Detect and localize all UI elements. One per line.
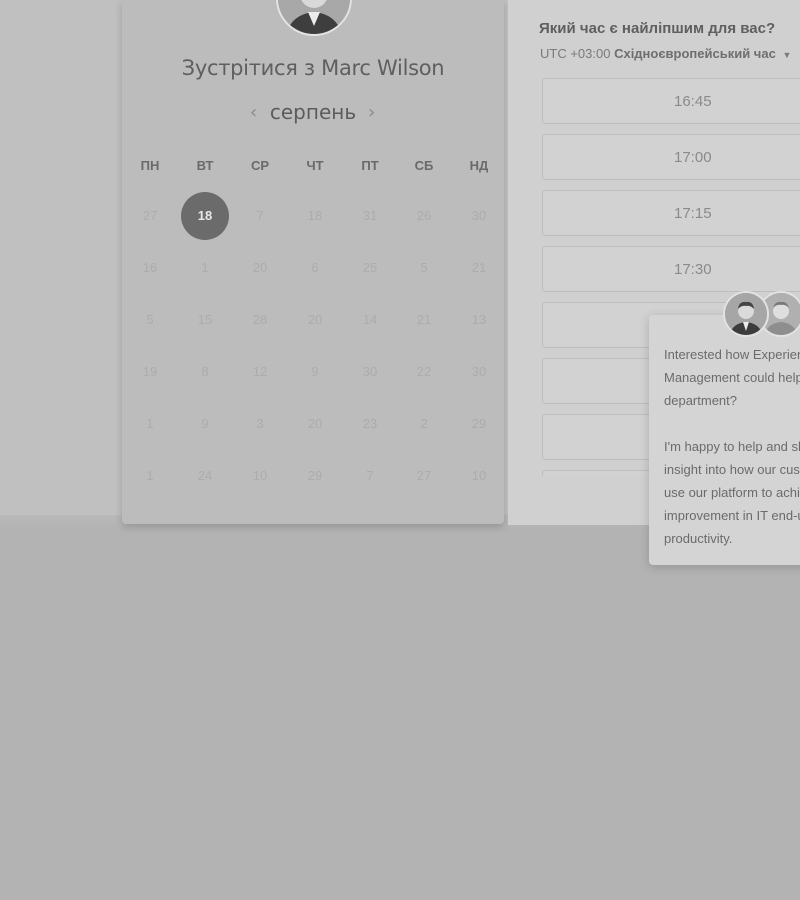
- calendar-day-selected[interactable]: 18: [181, 192, 229, 240]
- calendar-day[interactable]: 1: [126, 452, 174, 500]
- month-navigation: серпень ‹ ›: [122, 100, 504, 128]
- weekday-label: НД: [469, 158, 489, 173]
- calendar-day[interactable]: 9: [291, 348, 339, 396]
- calendar-day[interactable]: 21: [455, 244, 503, 292]
- calendar-day[interactable]: 29: [291, 452, 339, 500]
- calendar-day[interactable]: 1: [181, 244, 229, 292]
- weekday-label: ПТ: [361, 158, 379, 173]
- calendar-day[interactable]: 19: [126, 348, 174, 396]
- chat-line: I'm happy to help and share: [664, 439, 800, 454]
- calendar-day[interactable]: 5: [126, 296, 174, 344]
- calendar-day[interactable]: 20: [291, 400, 339, 448]
- chat-message: Interested how Experience Management cou…: [664, 343, 800, 550]
- calendar-day[interactable]: 10: [236, 452, 284, 500]
- chat-line: department?: [664, 393, 737, 408]
- timezone-name: Східноєвропейський час: [614, 46, 776, 61]
- calendar-day[interactable]: 30: [455, 348, 503, 396]
- time-slot-button[interactable]: 17:30: [542, 246, 800, 292]
- month-label: серпень: [269, 100, 357, 124]
- calendar-day[interactable]: 21: [400, 296, 448, 344]
- calendar-day[interactable]: 5: [400, 244, 448, 292]
- calendar-day[interactable]: 1: [126, 400, 174, 448]
- calendar-day[interactable]: 2: [400, 400, 448, 448]
- calendar-day[interactable]: 7: [346, 452, 394, 500]
- calendar-day[interactable]: 29: [455, 400, 503, 448]
- calendar-day[interactable]: 9: [181, 400, 229, 448]
- chat-line: improvement in IT end-user: [664, 508, 800, 523]
- weekday-label: ЧТ: [306, 158, 324, 173]
- calendar-day[interactable]: 23: [346, 400, 394, 448]
- timezone-selector[interactable]: UTC +03:00 Східноєвропейський час ▼: [540, 46, 791, 61]
- meeting-title: Зустрітися з Marc Wilson: [181, 56, 445, 80]
- chat-line: use our platform to achieve: [664, 485, 800, 500]
- calendar-day[interactable]: 31: [346, 192, 394, 240]
- calendar-day[interactable]: 6: [291, 244, 339, 292]
- time-slot-button[interactable]: 17:00: [542, 134, 800, 180]
- weekday-header: ПН ВТ СР ЧТ ПТ СБ НД: [122, 158, 504, 176]
- calendar-day[interactable]: 7: [236, 192, 284, 240]
- calendar-day[interactable]: 20: [291, 296, 339, 344]
- timezone-offset: UTC +03:00: [540, 46, 611, 61]
- chat-line: Management could help your: [664, 370, 800, 385]
- calendar-day[interactable]: 27: [126, 192, 174, 240]
- chat-line: productivity.: [664, 531, 733, 546]
- calendar-day[interactable]: 8: [181, 348, 229, 396]
- calendar-day[interactable]: 25: [346, 244, 394, 292]
- weekday-label: СБ: [414, 158, 434, 173]
- chat-popup[interactable]: Interested how Experience Management cou…: [649, 315, 800, 565]
- calendar-day[interactable]: 3: [236, 400, 284, 448]
- caret-down-icon: ▼: [782, 50, 792, 60]
- calendar-card: Зустрітися з Marc Wilson серпень ‹ › ПН …: [122, 0, 504, 524]
- chat-line: insight into how our customers: [664, 462, 800, 477]
- weekday-label: ПН: [140, 158, 160, 173]
- chat-line: Interested how Experience: [664, 347, 800, 362]
- chevron-left-icon[interactable]: ‹: [250, 102, 257, 123]
- calendar-day[interactable]: 28: [236, 296, 284, 344]
- calendar-day[interactable]: 22: [400, 348, 448, 396]
- time-slot-button[interactable]: 16:45: [542, 78, 800, 124]
- calendar-day[interactable]: 24: [181, 452, 229, 500]
- calendar-day[interactable]: 15: [181, 296, 229, 344]
- calendar-day[interactable]: 30: [346, 348, 394, 396]
- chevron-right-icon[interactable]: ›: [368, 102, 375, 123]
- calendar-day[interactable]: 16: [126, 244, 174, 292]
- weekday-label: ВТ: [196, 158, 214, 173]
- agent-avatar: [723, 291, 769, 337]
- calendar-day[interactable]: 26: [400, 192, 448, 240]
- calendar-day[interactable]: 27: [400, 452, 448, 500]
- calendar-day[interactable]: 14: [346, 296, 394, 344]
- calendar-day[interactable]: 13: [455, 296, 503, 344]
- time-question: Який час є найліпшим для вас?: [539, 20, 776, 37]
- calendar-day[interactable]: 20: [236, 244, 284, 292]
- calendar-day[interactable]: 10: [455, 452, 503, 500]
- calendar-day[interactable]: 30: [455, 192, 503, 240]
- calendar-day[interactable]: 12: [236, 348, 284, 396]
- weekday-label: СР: [250, 158, 270, 173]
- host-avatar: [276, 0, 352, 36]
- time-slot-button[interactable]: 17:15: [542, 190, 800, 236]
- chat-line: [664, 412, 800, 435]
- calendar-day[interactable]: 18: [291, 192, 339, 240]
